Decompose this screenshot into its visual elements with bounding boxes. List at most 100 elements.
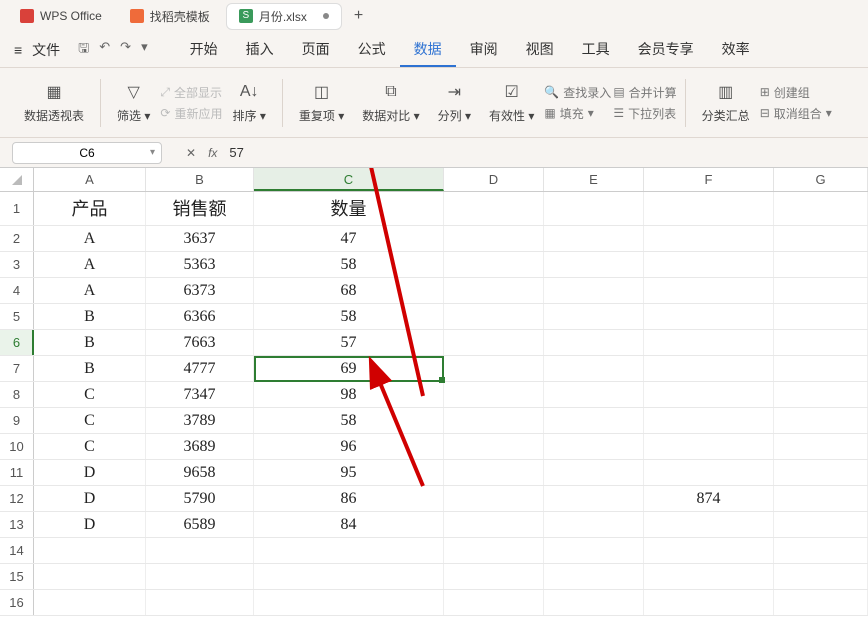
- cell-C14[interactable]: [254, 538, 444, 563]
- cell-G14[interactable]: [774, 538, 868, 563]
- ribbon-fill[interactable]: ▦填充 ▾: [544, 105, 611, 122]
- cell-G2[interactable]: [774, 226, 868, 251]
- cell-A1[interactable]: 产品: [34, 192, 146, 225]
- tab-templates[interactable]: 找稻壳模板: [118, 4, 222, 29]
- column-header-C[interactable]: C: [254, 168, 444, 191]
- cell-A11[interactable]: D: [34, 460, 146, 485]
- cell-F9[interactable]: [644, 408, 774, 433]
- column-header-D[interactable]: D: [444, 168, 544, 191]
- row-header[interactable]: 15: [0, 564, 34, 589]
- cell-E5[interactable]: [544, 304, 644, 329]
- cell-F6[interactable]: [644, 330, 774, 355]
- ribbon-pivot-table[interactable]: ▦ 数据透视表: [16, 81, 92, 124]
- hamburger-icon[interactable]: ≡: [14, 42, 22, 58]
- ribbon-lookup[interactable]: 🔍查找录入: [544, 84, 611, 101]
- cell-D10[interactable]: [444, 434, 544, 459]
- column-header-F[interactable]: F: [644, 168, 774, 191]
- cell-E15[interactable]: [544, 564, 644, 589]
- ribbon-group[interactable]: ⊞创建组: [760, 84, 832, 101]
- ribbon-duplicate[interactable]: ◫ 重复项 ▾: [291, 81, 352, 124]
- cell-D5[interactable]: [444, 304, 544, 329]
- menu-效率[interactable]: 效率: [708, 33, 764, 67]
- cell-G7[interactable]: [774, 356, 868, 381]
- cell-D11[interactable]: [444, 460, 544, 485]
- cell-D7[interactable]: [444, 356, 544, 381]
- cell-G11[interactable]: [774, 460, 868, 485]
- cell-F14[interactable]: [644, 538, 774, 563]
- menu-插入[interactable]: 插入: [232, 33, 288, 67]
- menu-开始[interactable]: 开始: [176, 33, 232, 67]
- row-header[interactable]: 1: [0, 192, 34, 225]
- cell-B12[interactable]: 5790: [146, 486, 254, 511]
- cell-C3[interactable]: 58: [254, 252, 444, 277]
- column-header-E[interactable]: E: [544, 168, 644, 191]
- ribbon-text-to-columns[interactable]: ⇥ 分列 ▾: [430, 81, 479, 124]
- cell-B10[interactable]: 3689: [146, 434, 254, 459]
- cancel-icon[interactable]: ✕: [186, 146, 196, 160]
- formula-input[interactable]: [229, 145, 629, 160]
- cell-A5[interactable]: B: [34, 304, 146, 329]
- cell-E1[interactable]: [544, 192, 644, 225]
- menu-工具[interactable]: 工具: [568, 33, 624, 67]
- cell-C15[interactable]: [254, 564, 444, 589]
- undo-icon[interactable]: ↶: [99, 39, 110, 61]
- ribbon-validation[interactable]: ☑ 有效性 ▾: [481, 81, 542, 124]
- cell-F16[interactable]: [644, 590, 774, 615]
- cell-B1[interactable]: 销售额: [146, 192, 254, 225]
- cell-D6[interactable]: [444, 330, 544, 355]
- cell-E3[interactable]: [544, 252, 644, 277]
- cell-A9[interactable]: C: [34, 408, 146, 433]
- cell-G8[interactable]: [774, 382, 868, 407]
- ribbon-show-all[interactable]: ⤢全部显示: [160, 84, 222, 101]
- cell-F4[interactable]: [644, 278, 774, 303]
- ribbon-dropdown-list[interactable]: ☰下拉列表: [613, 105, 676, 122]
- cell-D8[interactable]: [444, 382, 544, 407]
- cell-C11[interactable]: 95: [254, 460, 444, 485]
- cell-C4[interactable]: 68: [254, 278, 444, 303]
- menu-数据[interactable]: 数据: [400, 33, 456, 67]
- cell-B3[interactable]: 5363: [146, 252, 254, 277]
- cell-F15[interactable]: [644, 564, 774, 589]
- cell-F10[interactable]: [644, 434, 774, 459]
- cell-D15[interactable]: [444, 564, 544, 589]
- cell-B14[interactable]: [146, 538, 254, 563]
- cell-G16[interactable]: [774, 590, 868, 615]
- cell-G10[interactable]: [774, 434, 868, 459]
- redo-icon[interactable]: ↷: [120, 39, 131, 61]
- cell-E12[interactable]: [544, 486, 644, 511]
- cell-A7[interactable]: B: [34, 356, 146, 381]
- cell-B16[interactable]: [146, 590, 254, 615]
- cell-E7[interactable]: [544, 356, 644, 381]
- row-header[interactable]: 14: [0, 538, 34, 563]
- cell-A15[interactable]: [34, 564, 146, 589]
- cell-B5[interactable]: 6366: [146, 304, 254, 329]
- cell-C10[interactable]: 96: [254, 434, 444, 459]
- cell-D12[interactable]: [444, 486, 544, 511]
- cell-F8[interactable]: [644, 382, 774, 407]
- cell-C7[interactable]: 69: [254, 356, 444, 381]
- cell-A4[interactable]: A: [34, 278, 146, 303]
- column-header-B[interactable]: B: [146, 168, 254, 191]
- cell-E13[interactable]: [544, 512, 644, 537]
- cell-A14[interactable]: [34, 538, 146, 563]
- cell-F7[interactable]: [644, 356, 774, 381]
- cell-D16[interactable]: [444, 590, 544, 615]
- cell-B7[interactable]: 4777: [146, 356, 254, 381]
- cell-A13[interactable]: D: [34, 512, 146, 537]
- cell-B13[interactable]: 6589: [146, 512, 254, 537]
- cell-B4[interactable]: 6373: [146, 278, 254, 303]
- cell-B6[interactable]: 7663: [146, 330, 254, 355]
- ribbon-consolidate[interactable]: ▤合并计算: [613, 84, 676, 101]
- cell-G5[interactable]: [774, 304, 868, 329]
- row-header[interactable]: 8: [0, 382, 34, 407]
- cell-D4[interactable]: [444, 278, 544, 303]
- select-all-corner[interactable]: [0, 168, 34, 191]
- ribbon-ungroup[interactable]: ⊟取消组合 ▾: [760, 105, 832, 122]
- menu-公式[interactable]: 公式: [344, 33, 400, 67]
- cell-A8[interactable]: C: [34, 382, 146, 407]
- cell-D14[interactable]: [444, 538, 544, 563]
- cell-G13[interactable]: [774, 512, 868, 537]
- cell-D9[interactable]: [444, 408, 544, 433]
- column-header-G[interactable]: G: [774, 168, 868, 191]
- cell-C2[interactable]: 47: [254, 226, 444, 251]
